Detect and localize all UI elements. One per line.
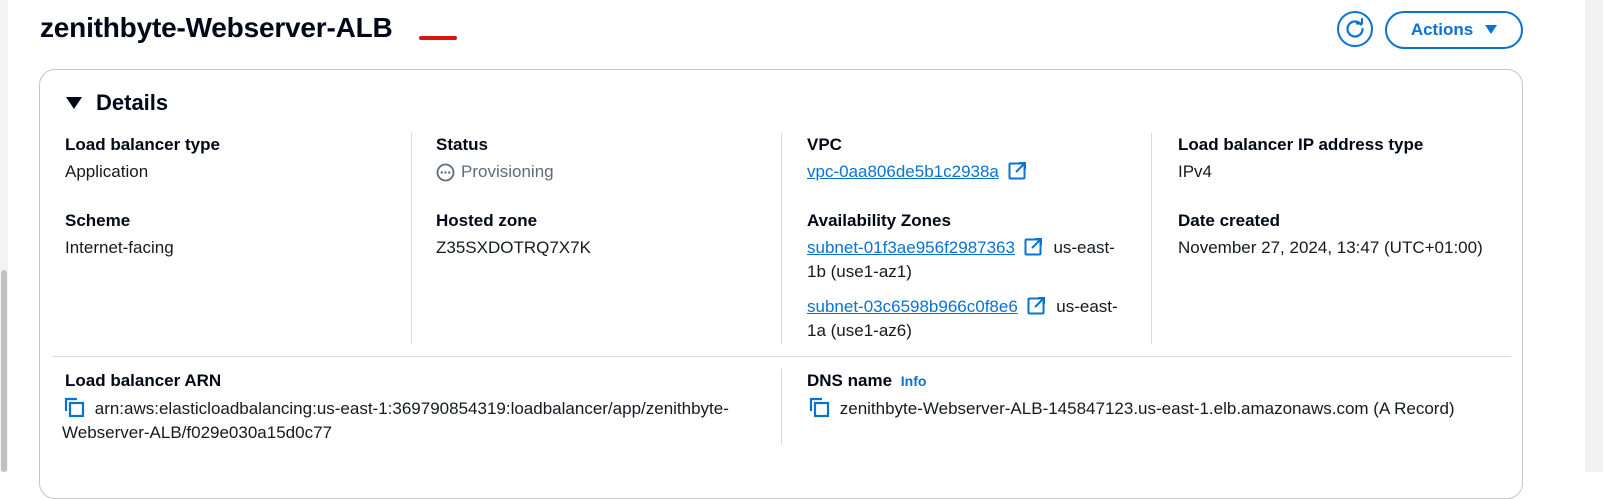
arn-value: arn:aws:elasticloadbalancing:us-east-1:3… — [62, 396, 772, 445]
date-created-label: Date created — [1178, 211, 1281, 230]
caret-down-icon — [1485, 25, 1498, 34]
details-toggle[interactable]: Details — [66, 90, 168, 116]
dns-label: DNS name Info — [807, 371, 926, 391]
dns-value: zenithbyte-Webserver-ALB-145847123.us-ea… — [807, 396, 1455, 421]
arn-label: Load balancer ARN — [65, 371, 222, 390]
external-link-icon[interactable] — [1027, 296, 1046, 315]
vpc-value: vpc-0aa806de5b1c2938a — [807, 160, 1027, 184]
section-divider — [53, 356, 1511, 357]
az-label: Availability Zones — [807, 211, 951, 230]
ip-type-label: Load balancer IP address type — [1178, 135, 1424, 154]
subnet-entry: subnet-03c6598b966c0f8e6 us-east- 1a (us… — [807, 295, 1137, 343]
external-link-icon[interactable] — [1008, 161, 1027, 180]
arn-text: arn:aws:elasticloadbalancing:us-east-1:3… — [94, 399, 729, 418]
status-pending-icon — [436, 163, 455, 181]
subnet-entry: subnet-01f3ae956f2987363 us-east- 1b (us… — [807, 236, 1137, 284]
refresh-button[interactable] — [1337, 11, 1373, 47]
status-text: Provisioning — [461, 162, 554, 181]
subnet-zone: us-east- — [1056, 297, 1118, 316]
vpc-label: VPC — [807, 135, 842, 154]
subnet-zone-cont: 1a (use1-az6) — [807, 321, 912, 340]
lb-type-value: Application — [65, 162, 149, 181]
date-created-value: November 27, 2024, 13:47 (UTC+01:00) — [1178, 238, 1483, 257]
vpc-link[interactable]: vpc-0aa806de5b1c2938a — [807, 162, 999, 181]
page-title: zenithbyte-Webserver-ALB — [40, 12, 393, 43]
hosted-zone-label: Hosted zone — [436, 211, 538, 230]
ip-type-value: IPv4 — [1178, 162, 1213, 181]
column-divider — [411, 133, 412, 344]
scheme-value: Internet-facing — [65, 238, 174, 257]
actions-button[interactable]: Actions — [1385, 11, 1523, 49]
copy-icon[interactable] — [62, 396, 86, 418]
red-annotation-mark — [419, 36, 457, 40]
dns-label-text: DNS name — [807, 371, 893, 390]
left-scrollbar-thumb[interactable] — [1, 270, 7, 472]
actions-button-label: Actions — [1410, 20, 1474, 39]
arn-text-cont: Webserver-ALB/f029e030a15d0c77 — [62, 423, 332, 442]
column-divider — [781, 369, 782, 445]
subnet-link[interactable]: subnet-03c6598b966c0f8e6 — [807, 297, 1018, 316]
scheme-label: Scheme — [65, 211, 131, 230]
subnet-zone: us-east- — [1053, 238, 1115, 257]
external-link-icon[interactable] — [1024, 237, 1043, 256]
subnet-link[interactable]: subnet-01f3ae956f2987363 — [807, 238, 1015, 257]
dns-text: zenithbyte-Webserver-ALB-145847123.us-ea… — [839, 399, 1455, 418]
column-divider — [1151, 133, 1152, 344]
lb-type-label: Load balancer type — [65, 135, 220, 154]
copy-icon[interactable] — [807, 396, 831, 418]
caret-expanded-icon — [66, 96, 82, 109]
refresh-icon — [1346, 18, 1364, 38]
details-heading: Details — [96, 90, 169, 115]
left-scrollbar[interactable] — [0, 0, 8, 472]
hosted-zone-value: Z35SXDOTRQ7X7K — [436, 238, 591, 257]
column-divider — [781, 133, 782, 344]
subnet-zone-cont: 1b (use1-az1) — [807, 262, 912, 281]
right-scrollbar[interactable] — [1585, 0, 1603, 472]
status-label: Status — [436, 135, 488, 154]
status-value: Provisioning — [436, 160, 554, 184]
dns-info-link[interactable]: Info — [901, 373, 927, 389]
